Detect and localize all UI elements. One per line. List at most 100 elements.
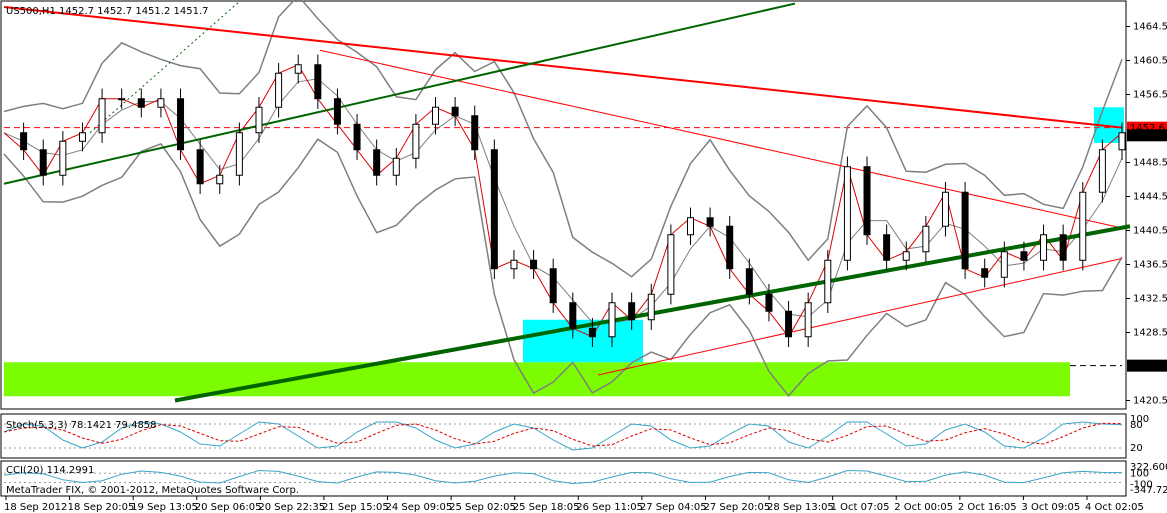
red-descending-line [319, 49, 1123, 229]
x-tick-label: 18 Sep 20:05 [68, 502, 135, 513]
x-tick-label: 26 Sep 11:05 [576, 502, 643, 513]
x-tick-label: 1 Oct 07:05 [831, 502, 890, 513]
copyright-text: MetaTrader FIX, © 2001-2012, MetaQuotes … [6, 485, 299, 496]
candle-body [471, 115, 479, 151]
x-tick-label: 18 Sep 2012 [4, 502, 67, 513]
bollinger-upper-line [3, 0, 1123, 278]
candle-body [39, 149, 47, 176]
candle-body [1118, 132, 1126, 151]
x-tick-label: 4 Oct 02:05 [1085, 502, 1144, 513]
candle-body [1020, 251, 1028, 261]
candle-body [1059, 234, 1067, 261]
candle-body [78, 132, 86, 142]
candle-body [392, 157, 400, 176]
candle-body [961, 191, 969, 270]
candle-body [451, 106, 459, 117]
candle-body [216, 174, 224, 185]
candle-body [137, 98, 145, 108]
candle-body [726, 225, 734, 270]
cci-y-label: 100 [1130, 468, 1149, 479]
candle-body [275, 72, 283, 108]
candle-body [745, 268, 753, 295]
x-tick-label: 2 Oct 00:05 [894, 502, 953, 513]
candle-body [883, 234, 891, 261]
candle-body [588, 327, 596, 338]
candle-body [824, 259, 832, 304]
candle-body [177, 98, 185, 151]
y-tick-label: 1460.5 [1133, 56, 1167, 67]
x-tick-label: 3 Oct 09:05 [1021, 502, 1080, 513]
candle-body [98, 98, 106, 134]
y-tick-label: 1456.5 [1133, 90, 1167, 101]
cci-line [3, 469, 1123, 485]
candle-body [686, 217, 694, 236]
candle-body [20, 132, 28, 151]
candle-body [353, 123, 361, 151]
cci-title: CCI(20) 114.2991 [6, 465, 94, 476]
candle-body [804, 302, 812, 338]
y-tick-label: 1444.5 [1133, 192, 1167, 203]
candle-body [1000, 251, 1008, 278]
candle-body [118, 98, 126, 101]
x-tick-label: 21 Sep 15:05 [322, 502, 389, 513]
x-tick-label: 2 Oct 16:05 [958, 502, 1017, 513]
x-tick-label: 20 Sep 06:05 [195, 502, 262, 513]
x-tick-label: 27 Sep 20:05 [703, 502, 770, 513]
x-tick-label: 19 Sep 13:05 [131, 502, 198, 513]
bollinger-mid-line [3, 78, 1123, 324]
candle-body [902, 251, 910, 261]
x-tick-label: 24 Sep 09:05 [386, 502, 453, 513]
candle-body [785, 310, 793, 338]
candle-body [1079, 191, 1087, 261]
candle-body [510, 259, 518, 270]
price-label: 1424.6 [1130, 361, 1165, 372]
candle-body [1098, 149, 1106, 193]
stoch-main-line [3, 421, 1123, 451]
candle-body [255, 106, 263, 134]
x-tick-label: 27 Sep 04:05 [640, 502, 707, 513]
candle-body [706, 217, 714, 227]
candle-body [608, 302, 616, 338]
candle-body [235, 132, 243, 176]
y-tick-label: 1432.5 [1133, 294, 1167, 305]
candle-body [647, 293, 655, 321]
candle-body [373, 149, 381, 176]
candle-body [667, 234, 675, 295]
candle-body [314, 64, 322, 100]
x-tick-label: 28 Sep 13:05 [767, 502, 834, 513]
stochastic-panel: 1008020 Stoch(5,3,3) 78.1421 79.4858 [0, 413, 1149, 459]
y-tick-label: 1436.5 [1133, 260, 1167, 271]
y-tick-label: 1440.5 [1133, 226, 1167, 237]
candle-body [196, 149, 204, 185]
green-upper-channel-line [3, 2, 796, 185]
candle-body [549, 268, 557, 304]
candle-body [628, 302, 636, 321]
candle-body [863, 166, 871, 236]
candle-body [490, 149, 498, 270]
symbol-info: US500,H1 1452.7 1452.7 1451.2 1451.7 [6, 6, 209, 17]
y-tick-label: 1448.5 [1133, 158, 1167, 169]
candle-body [922, 225, 930, 253]
candle-body [569, 302, 577, 329]
candle-body [59, 140, 67, 176]
cci-panel: 322.600100-100-347.720 CCI(20) 114.2991 … [0, 460, 1167, 497]
y-tick-label: 1428.5 [1133, 328, 1167, 339]
x-tick-label: 25 Sep 18:05 [513, 502, 580, 513]
candle-body [765, 293, 773, 312]
y-tick-label: 1464.5 [1133, 22, 1167, 33]
candle-body [843, 166, 851, 261]
candle-body [530, 259, 538, 270]
trading-chart: 1420.5 1428.5 1432.5 1436.5 1440.5 1444.5 1448… [0, 0, 1167, 513]
candle-body [412, 123, 420, 159]
green-dotted-line [89, 0, 241, 134]
candle-body [941, 191, 949, 227]
x-tick-label: 25 Sep 02:05 [449, 502, 516, 513]
x-tick-label: 20 Sep 22:35 [258, 502, 325, 513]
price-label: 1451.7 [1130, 131, 1165, 142]
candle-body [294, 64, 302, 74]
stoch-title: Stoch(5,3,3) 78.1421 79.4858 [6, 420, 157, 431]
red-resistance-line [3, 5, 1123, 129]
candle-body [333, 98, 341, 125]
candle-body [981, 268, 989, 278]
y-tick-label: 1420.5 [1133, 396, 1167, 407]
